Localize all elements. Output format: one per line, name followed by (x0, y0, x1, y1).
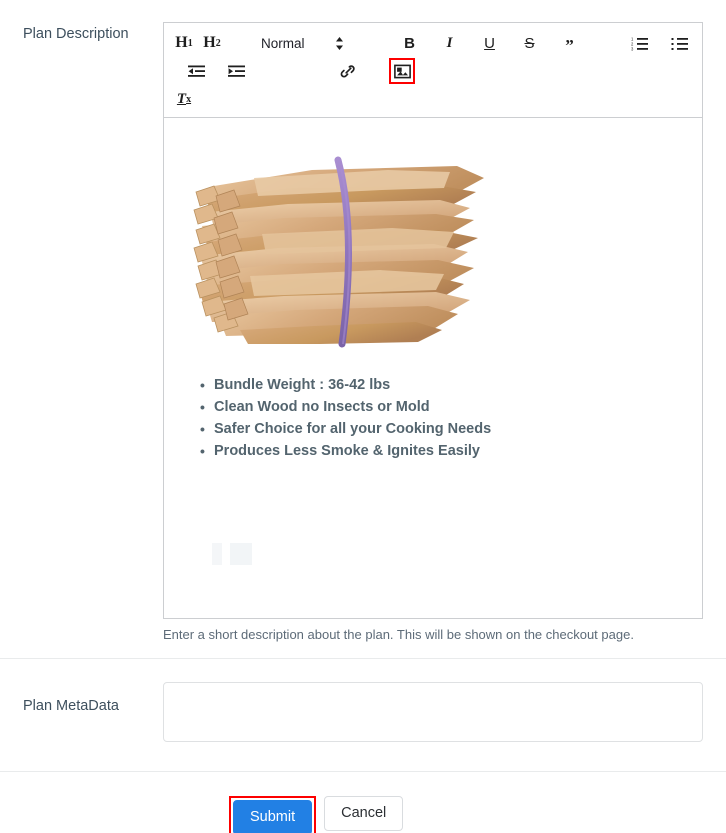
blockquote-button[interactable]: ” (557, 30, 583, 56)
image-glyph (393, 64, 411, 78)
rich-text-editor[interactable]: H1 H2 Normal B I U S ” 1 2 3 T x • Bundl… (163, 22, 703, 619)
heading-2-sub: 2 (215, 37, 221, 49)
outdent-icon[interactable] (183, 58, 209, 84)
link-icon[interactable] (335, 58, 361, 84)
bold-button[interactable]: B (397, 30, 423, 56)
list-item: Safer Choice for all your Cooking Needs (200, 418, 500, 440)
plan-metadata-input[interactable] (163, 682, 703, 742)
plan-description-control: H1 H2 Normal B I U S ” 1 2 3 T x • Bundl… (163, 22, 703, 644)
heading-2-label: H (203, 34, 216, 51)
content-artifact (212, 543, 222, 565)
plan-description-row: Plan Description H1 H2 Normal B I U S ” … (0, 0, 726, 644)
clear-formatting-sub: x (186, 93, 192, 105)
updown-caret-icon[interactable] (327, 30, 353, 56)
editor-content-area[interactable]: Bundle Weight : 36-42 lbs Clean Wood no … (164, 118, 702, 618)
ordered-list-glyph: 1 2 3 (631, 36, 649, 51)
firewood-bundle-illustration (193, 156, 484, 348)
plan-form-page: Plan Description H1 H2 Normal B I U S ” … (0, 0, 726, 833)
firewood-bundle-image[interactable] (192, 148, 492, 348)
form-actions: Submit Cancel (0, 772, 726, 833)
image-icon[interactable] (389, 58, 415, 84)
cancel-button[interactable]: Cancel (324, 796, 404, 831)
svg-text:3: 3 (631, 46, 634, 51)
editor-toolbar: H1 H2 Normal B I U S ” 1 2 3 T x (164, 23, 702, 118)
outdent-glyph (187, 65, 205, 77)
submit-button-highlight: Submit (229, 796, 317, 833)
list-item: Clean Wood no Insects or Mold (200, 396, 500, 418)
submit-button[interactable]: Submit (233, 800, 313, 833)
format-select[interactable]: Normal (253, 30, 313, 56)
underline-button[interactable]: U (477, 30, 503, 56)
ordered-list-icon[interactable]: 1 2 3 (627, 30, 653, 56)
heading-1-button[interactable]: H1 (171, 30, 197, 56)
description-bullet-list: Bundle Weight : 36-42 lbs Clean Wood no … (200, 374, 500, 462)
heading-1-sub: 1 (187, 37, 193, 49)
bullet-list-glyph (671, 37, 689, 50)
heading-2-button[interactable]: H2 (199, 30, 225, 56)
list-item: Produces Less Smoke & Ignites Easily (200, 440, 500, 462)
heading-1-label: H (175, 34, 188, 51)
indent-icon[interactable] (223, 58, 249, 84)
clear-formatting-label: T (176, 90, 187, 107)
plan-description-help-text: Enter a short description about the plan… (163, 627, 634, 642)
bullet-list-icon[interactable] (667, 30, 693, 56)
content-artifact (230, 543, 252, 565)
plan-metadata-control (163, 682, 703, 747)
link-glyph (340, 64, 355, 77)
clear-formatting-icon[interactable]: Tx (171, 86, 197, 112)
italic-button[interactable]: I (437, 30, 463, 56)
indent-glyph (227, 65, 245, 77)
plan-metadata-label: Plan MetaData (23, 698, 119, 714)
strikethrough-button[interactable]: S (517, 30, 543, 56)
updown-caret-glyph (336, 36, 344, 50)
list-item: Bundle Weight : 36-42 lbs (200, 374, 500, 396)
plan-metadata-row: Plan MetaData (0, 659, 726, 771)
plan-description-label: Plan Description (23, 26, 129, 42)
